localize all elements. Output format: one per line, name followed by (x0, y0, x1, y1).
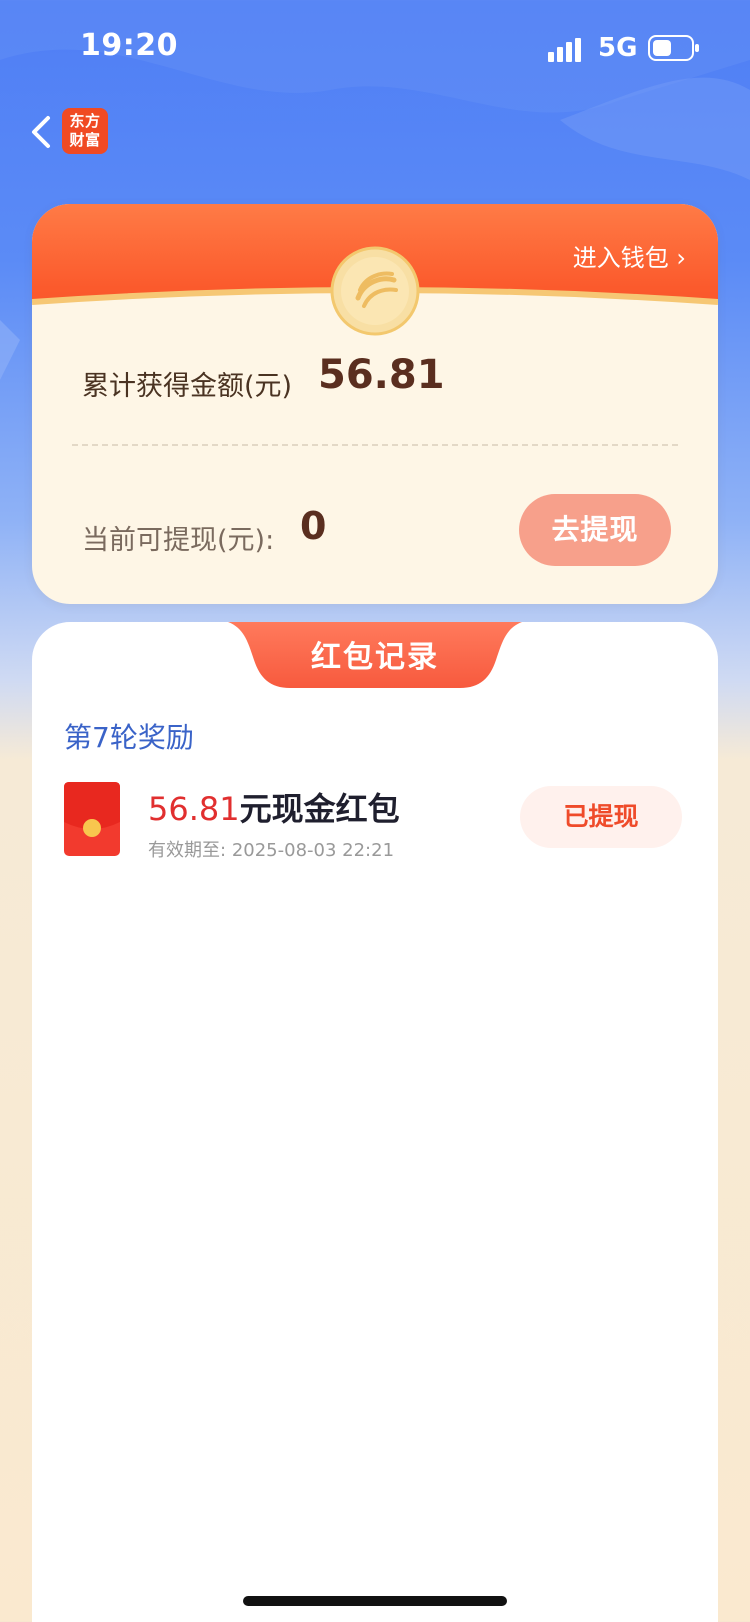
signal-icon (548, 38, 581, 62)
round-title: 第7轮奖励 (64, 721, 194, 754)
battery-icon (648, 35, 699, 61)
wallet-link-label: 进入钱包 (572, 244, 669, 272)
wallet-card: 进入钱包 › 累计获得金额(元) 56.81 当前可提现(元): 0 去提现 (32, 204, 718, 604)
total-earned-value: 56.81 (318, 352, 445, 398)
logo-text-line1: 东方 (69, 112, 101, 130)
status-time: 19:20 (80, 28, 178, 63)
reward-unit: 元现金红包 (239, 790, 400, 828)
home-indicator (243, 1596, 507, 1606)
expiry-label: 有效期至: (148, 840, 227, 861)
back-icon[interactable] (26, 112, 56, 152)
divider (72, 444, 678, 446)
status-bar: 19:20 5G (0, 0, 750, 96)
withdrawable-value: 0 (300, 504, 327, 548)
logo-text-line2: 财富 (69, 131, 101, 149)
withdrawable-label: 当前可提现(元): (82, 525, 275, 556)
records-card: 红包记录 第7轮奖励 56.81元现金红包 有效期至: 2025-08-03 2… (32, 622, 718, 1622)
red-packet-icon (64, 782, 120, 856)
withdraw-button[interactable]: 去提现 (519, 494, 671, 566)
chevron-right-icon: › (668, 244, 686, 272)
network-type: 5G (598, 33, 638, 63)
reward-amount: 56.81 (148, 790, 240, 828)
withdrawn-status-button[interactable]: 已提现 (520, 786, 682, 848)
app-logo[interactable]: 东方 财富 (62, 108, 108, 154)
expiry: 有效期至: 2025-08-03 22:21 (148, 836, 394, 862)
expiry-date: 2025-08-03 22:21 (231, 840, 395, 861)
total-earned-label: 累计获得金额(元) (82, 371, 293, 402)
coin-icon (330, 246, 420, 336)
wallet-link[interactable]: 进入钱包 › (573, 238, 686, 273)
reward-title: 56.81元现金红包 (148, 784, 400, 830)
records-tab-label: 红包记录 (311, 640, 439, 675)
